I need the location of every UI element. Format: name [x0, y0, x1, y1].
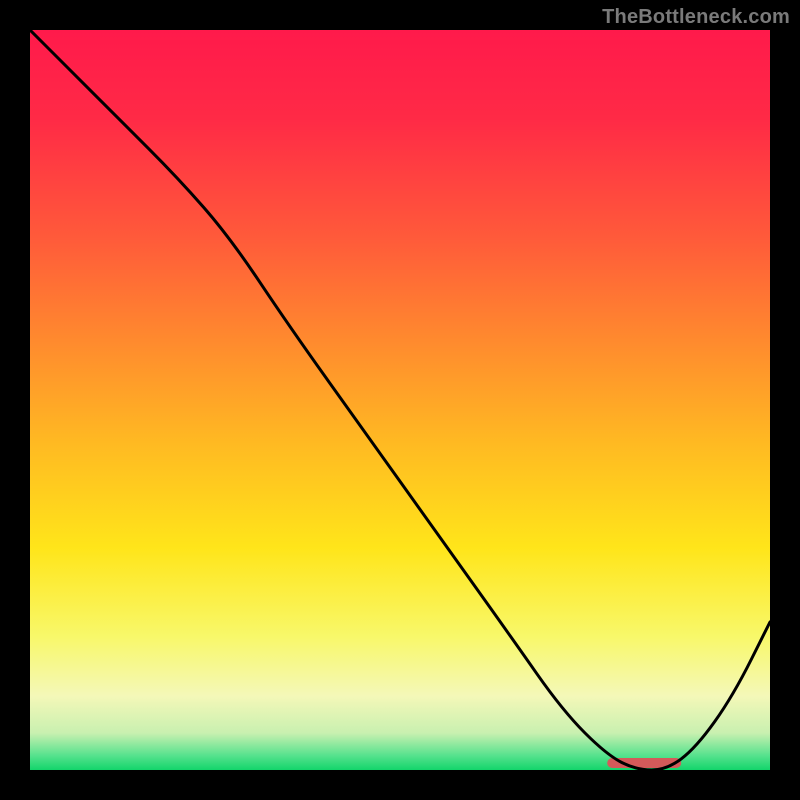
chart-plot	[30, 30, 770, 770]
attribution-text: TheBottleneck.com	[602, 6, 790, 29]
chart-svg	[30, 30, 770, 770]
chart-stage: TheBottleneck.com	[0, 0, 800, 800]
